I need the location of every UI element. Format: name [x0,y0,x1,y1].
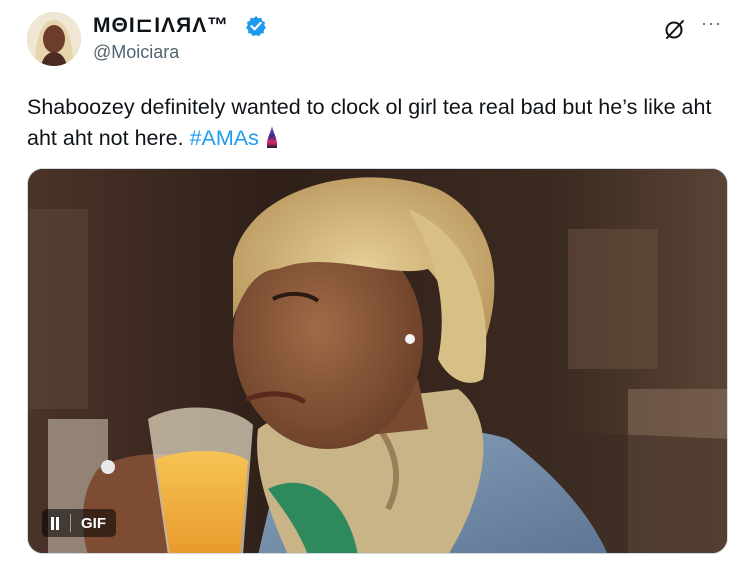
avatar-image [27,12,81,66]
amas-flame-icon [266,126,277,148]
gif-badge[interactable]: GIF [42,509,116,537]
grok-icon[interactable] [663,17,687,41]
hashtag-link[interactable]: #AMAs [190,126,259,150]
more-options-icon[interactable]: ··· [701,14,722,32]
tweet-body: Shaboozey definitely wanted to clock ol … [27,95,712,150]
tweet-text: Shaboozey definitely wanted to clock ol … [27,92,727,154]
pause-icon[interactable] [50,516,60,530]
display-name[interactable]: MΘI⊏IΛЯΛ™ [93,13,229,38]
gif-frame [28,169,727,553]
user-handle[interactable]: @Moiciara [93,42,179,63]
gif-media[interactable]: GIF [27,168,728,554]
avatar[interactable] [27,12,81,66]
verified-badge-icon [246,16,266,37]
gif-badge-divider [70,514,71,532]
gif-label: GIF [81,514,106,532]
